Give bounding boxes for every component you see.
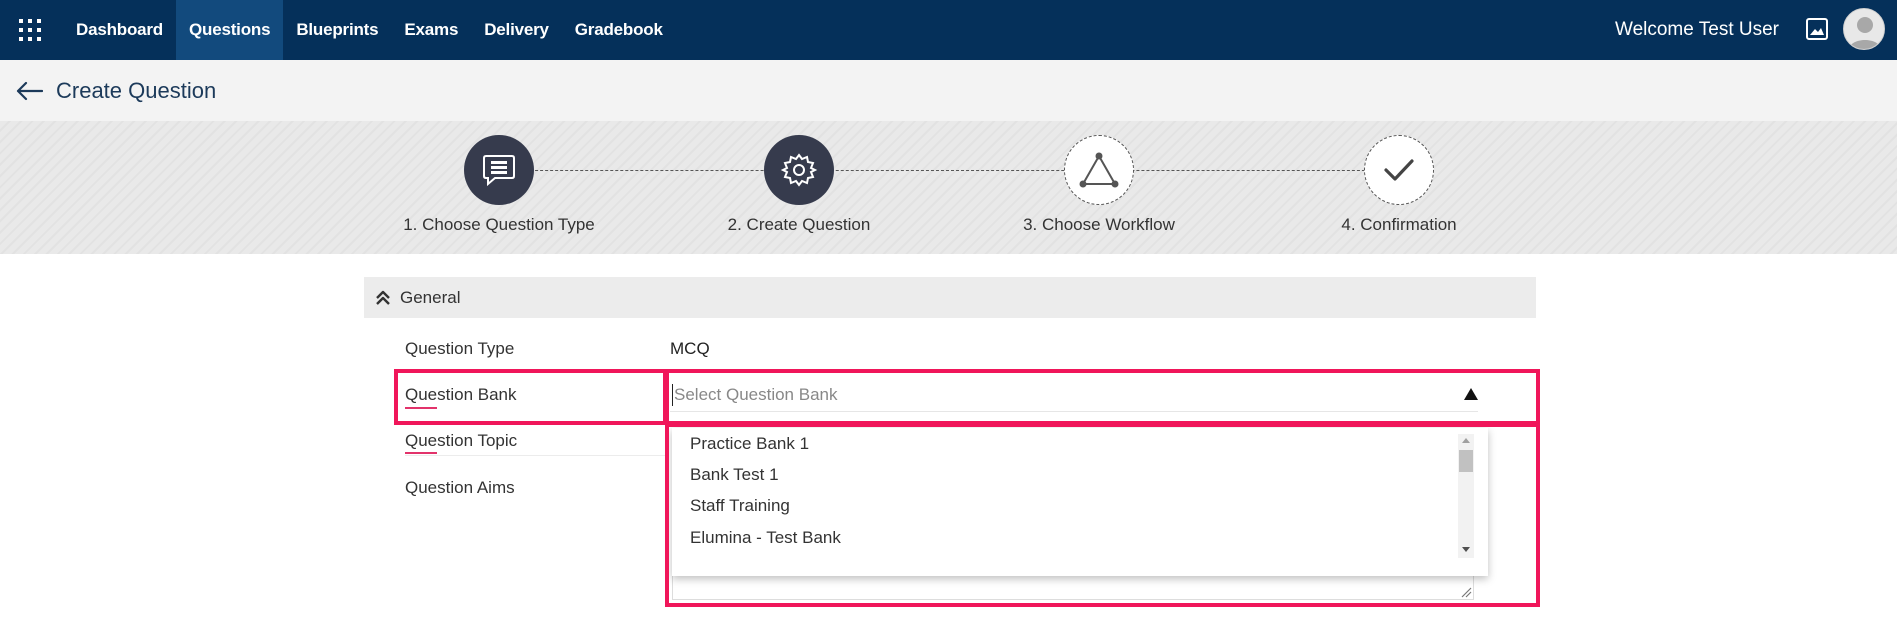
question-bank-label: Question Bank (405, 385, 517, 404)
step-4: 4. Confirmation (1289, 135, 1509, 235)
comment-icon (464, 135, 534, 205)
nav-gradebook[interactable]: Gradebook (562, 0, 676, 60)
resize-handle-icon[interactable] (1461, 587, 1472, 598)
step-3: 3. Choose Workflow (989, 135, 1209, 235)
stepper-connector (500, 170, 1400, 171)
step-label: 2. Create Question (727, 215, 871, 234)
top-nav: Dashboard Questions Blueprints Exams Del… (0, 0, 1897, 60)
dropdown-arrow-up-icon[interactable] (1464, 388, 1478, 400)
step-label: 4. Confirmation (1341, 215, 1457, 234)
page-title: Create Question (56, 77, 217, 103)
step-1: 1. Choose Question Type (389, 135, 609, 235)
dropdown-option[interactable]: Staff Training (690, 496, 790, 516)
nav-items: Dashboard Questions Blueprints Exams Del… (63, 0, 676, 60)
required-underline (405, 407, 437, 409)
question-aims-label: Question Aims (405, 478, 515, 497)
check-icon (1364, 135, 1434, 205)
question-bank-dropdown: Practice Bank 1 Bank Test 1 Staff Traini… (672, 428, 1488, 576)
page-header: Create Question (0, 60, 1897, 121)
progress-stepper: 1. Choose Question Type 2. Create Questi… (0, 121, 1897, 254)
dropdown-option[interactable]: Practice Bank 1 (690, 434, 809, 454)
question-type-label: Question Type (405, 339, 515, 358)
dropdown-option[interactable]: Elumina - Test Bank (690, 528, 841, 548)
nav-blueprints[interactable]: Blueprints (283, 0, 391, 60)
step-label: 3. Choose Workflow (1023, 215, 1175, 234)
dropdown-scrollbar[interactable] (1458, 434, 1474, 558)
divider (405, 455, 667, 456)
nav-questions[interactable]: Questions (176, 0, 284, 60)
required-underline (405, 452, 437, 454)
double-chevron-up-icon[interactable] (374, 289, 392, 307)
general-section-header[interactable]: General (364, 277, 1536, 318)
workflow-triangle-icon (1064, 135, 1134, 205)
step-label: 1. Choose Question Type (403, 215, 595, 234)
question-aims-textarea[interactable] (672, 576, 1474, 600)
nav-delivery[interactable]: Delivery (471, 0, 562, 60)
step-2: 2. Create Question (689, 135, 909, 235)
scroll-thumb[interactable] (1459, 450, 1473, 472)
question-bank-select[interactable]: Select Question Bank (670, 378, 1478, 412)
text-caret (672, 384, 673, 406)
scroll-up-icon[interactable] (1462, 438, 1470, 443)
gear-icon (764, 135, 834, 205)
image-icon[interactable] (1805, 17, 1829, 41)
welcome-text: Welcome Test User (1614, 19, 1779, 40)
question-topic-label: Question Topic (405, 431, 518, 450)
nav-exams[interactable]: Exams (391, 0, 471, 60)
back-arrow-icon[interactable] (14, 76, 44, 106)
dropdown-option[interactable]: Bank Test 1 (690, 465, 779, 485)
scroll-down-icon[interactable] (1462, 547, 1470, 552)
section-title: General (400, 287, 461, 307)
avatar[interactable] (1843, 8, 1885, 50)
apps-grid-icon[interactable] (0, 0, 60, 60)
select-placeholder: Select Question Bank (674, 384, 838, 404)
nav-dashboard[interactable]: Dashboard (63, 0, 176, 60)
question-type-value: MCQ (670, 339, 710, 358)
